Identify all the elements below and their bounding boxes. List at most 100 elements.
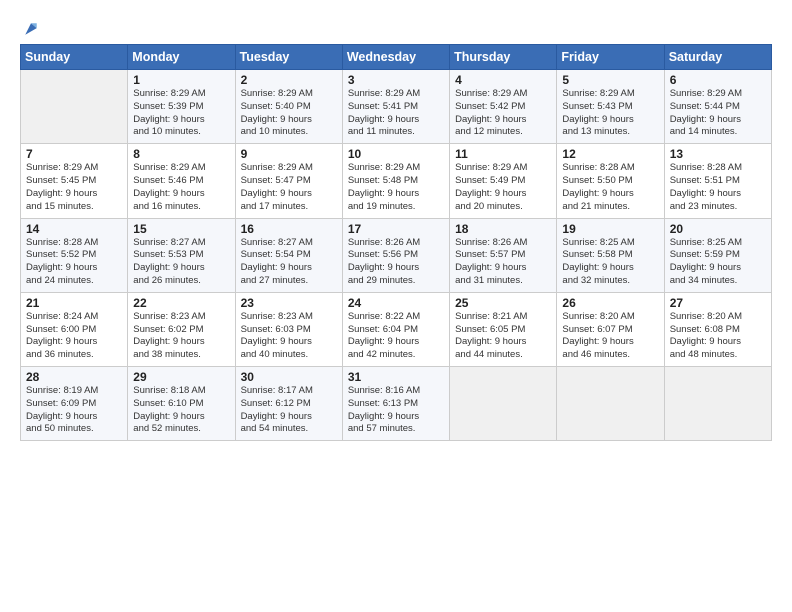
day-number: 15: [133, 222, 229, 236]
calendar-cell: 4Sunrise: 8:29 AMSunset: 5:42 PMDaylight…: [450, 70, 557, 144]
day-number: 24: [348, 296, 444, 310]
calendar-cell: 1Sunrise: 8:29 AMSunset: 5:39 PMDaylight…: [128, 70, 235, 144]
calendar-cell: [21, 70, 128, 144]
day-number: 26: [562, 296, 658, 310]
calendar-cell: 21Sunrise: 8:24 AMSunset: 6:00 PMDayligh…: [21, 292, 128, 366]
calendar-header-row: SundayMondayTuesdayWednesdayThursdayFrid…: [21, 45, 772, 70]
day-header-friday: Friday: [557, 45, 664, 70]
calendar-week-row: 1Sunrise: 8:29 AMSunset: 5:39 PMDaylight…: [21, 70, 772, 144]
calendar-cell: 27Sunrise: 8:20 AMSunset: 6:08 PMDayligh…: [664, 292, 771, 366]
day-header-monday: Monday: [128, 45, 235, 70]
day-header-saturday: Saturday: [664, 45, 771, 70]
day-info: Sunrise: 8:26 AMSunset: 5:57 PMDaylight:…: [455, 237, 551, 288]
calendar-cell: 7Sunrise: 8:29 AMSunset: 5:45 PMDaylight…: [21, 144, 128, 218]
day-number: 22: [133, 296, 229, 310]
day-info: Sunrise: 8:18 AMSunset: 6:10 PMDaylight:…: [133, 385, 229, 436]
day-info: Sunrise: 8:29 AMSunset: 5:43 PMDaylight:…: [562, 88, 658, 139]
day-number: 29: [133, 370, 229, 384]
day-info: Sunrise: 8:23 AMSunset: 6:02 PMDaylight:…: [133, 311, 229, 362]
calendar-cell: 13Sunrise: 8:28 AMSunset: 5:51 PMDayligh…: [664, 144, 771, 218]
calendar-cell: 19Sunrise: 8:25 AMSunset: 5:58 PMDayligh…: [557, 218, 664, 292]
day-info: Sunrise: 8:22 AMSunset: 6:04 PMDaylight:…: [348, 311, 444, 362]
day-number: 20: [670, 222, 766, 236]
calendar-cell: 14Sunrise: 8:28 AMSunset: 5:52 PMDayligh…: [21, 218, 128, 292]
day-info: Sunrise: 8:29 AMSunset: 5:48 PMDaylight:…: [348, 162, 444, 213]
day-info: Sunrise: 8:28 AMSunset: 5:51 PMDaylight:…: [670, 162, 766, 213]
calendar-cell: 6Sunrise: 8:29 AMSunset: 5:44 PMDaylight…: [664, 70, 771, 144]
day-info: Sunrise: 8:19 AMSunset: 6:09 PMDaylight:…: [26, 385, 122, 436]
calendar-cell: 23Sunrise: 8:23 AMSunset: 6:03 PMDayligh…: [235, 292, 342, 366]
calendar-cell: 11Sunrise: 8:29 AMSunset: 5:49 PMDayligh…: [450, 144, 557, 218]
calendar-cell: [664, 367, 771, 441]
day-number: 1: [133, 73, 229, 87]
day-info: Sunrise: 8:29 AMSunset: 5:42 PMDaylight:…: [455, 88, 551, 139]
calendar-week-row: 28Sunrise: 8:19 AMSunset: 6:09 PMDayligh…: [21, 367, 772, 441]
calendar-cell: 9Sunrise: 8:29 AMSunset: 5:47 PMDaylight…: [235, 144, 342, 218]
day-number: 16: [241, 222, 337, 236]
day-info: Sunrise: 8:21 AMSunset: 6:05 PMDaylight:…: [455, 311, 551, 362]
day-number: 3: [348, 73, 444, 87]
calendar-week-row: 21Sunrise: 8:24 AMSunset: 6:00 PMDayligh…: [21, 292, 772, 366]
calendar-cell: 12Sunrise: 8:28 AMSunset: 5:50 PMDayligh…: [557, 144, 664, 218]
day-info: Sunrise: 8:20 AMSunset: 6:08 PMDaylight:…: [670, 311, 766, 362]
day-info: Sunrise: 8:28 AMSunset: 5:50 PMDaylight:…: [562, 162, 658, 213]
calendar-cell: 20Sunrise: 8:25 AMSunset: 5:59 PMDayligh…: [664, 218, 771, 292]
calendar-table: SundayMondayTuesdayWednesdayThursdayFrid…: [20, 44, 772, 441]
day-info: Sunrise: 8:29 AMSunset: 5:45 PMDaylight:…: [26, 162, 122, 213]
day-info: Sunrise: 8:29 AMSunset: 5:49 PMDaylight:…: [455, 162, 551, 213]
day-info: Sunrise: 8:25 AMSunset: 5:58 PMDaylight:…: [562, 237, 658, 288]
calendar-cell: 31Sunrise: 8:16 AMSunset: 6:13 PMDayligh…: [342, 367, 449, 441]
day-info: Sunrise: 8:26 AMSunset: 5:56 PMDaylight:…: [348, 237, 444, 288]
day-number: 10: [348, 147, 444, 161]
calendar-cell: 3Sunrise: 8:29 AMSunset: 5:41 PMDaylight…: [342, 70, 449, 144]
calendar-cell: 10Sunrise: 8:29 AMSunset: 5:48 PMDayligh…: [342, 144, 449, 218]
day-info: Sunrise: 8:25 AMSunset: 5:59 PMDaylight:…: [670, 237, 766, 288]
day-number: 11: [455, 147, 551, 161]
calendar-cell: 22Sunrise: 8:23 AMSunset: 6:02 PMDayligh…: [128, 292, 235, 366]
day-info: Sunrise: 8:28 AMSunset: 5:52 PMDaylight:…: [26, 237, 122, 288]
day-info: Sunrise: 8:29 AMSunset: 5:40 PMDaylight:…: [241, 88, 337, 139]
day-number: 4: [455, 73, 551, 87]
day-info: Sunrise: 8:23 AMSunset: 6:03 PMDaylight:…: [241, 311, 337, 362]
calendar-cell: 17Sunrise: 8:26 AMSunset: 5:56 PMDayligh…: [342, 218, 449, 292]
day-info: Sunrise: 8:24 AMSunset: 6:00 PMDaylight:…: [26, 311, 122, 362]
day-number: 8: [133, 147, 229, 161]
day-info: Sunrise: 8:29 AMSunset: 5:41 PMDaylight:…: [348, 88, 444, 139]
calendar-cell: 2Sunrise: 8:29 AMSunset: 5:40 PMDaylight…: [235, 70, 342, 144]
day-number: 19: [562, 222, 658, 236]
calendar-cell: 25Sunrise: 8:21 AMSunset: 6:05 PMDayligh…: [450, 292, 557, 366]
calendar-cell: [450, 367, 557, 441]
day-number: 9: [241, 147, 337, 161]
page: SundayMondayTuesdayWednesdayThursdayFrid…: [0, 0, 792, 612]
day-info: Sunrise: 8:29 AMSunset: 5:39 PMDaylight:…: [133, 88, 229, 139]
day-number: 6: [670, 73, 766, 87]
calendar-cell: 8Sunrise: 8:29 AMSunset: 5:46 PMDaylight…: [128, 144, 235, 218]
header: [20, 18, 772, 34]
calendar-cell: 24Sunrise: 8:22 AMSunset: 6:04 PMDayligh…: [342, 292, 449, 366]
day-info: Sunrise: 8:29 AMSunset: 5:46 PMDaylight:…: [133, 162, 229, 213]
calendar-cell: 16Sunrise: 8:27 AMSunset: 5:54 PMDayligh…: [235, 218, 342, 292]
day-number: 18: [455, 222, 551, 236]
day-number: 28: [26, 370, 122, 384]
logo: [20, 18, 40, 34]
day-info: Sunrise: 8:20 AMSunset: 6:07 PMDaylight:…: [562, 311, 658, 362]
day-number: 17: [348, 222, 444, 236]
day-number: 7: [26, 147, 122, 161]
day-info: Sunrise: 8:29 AMSunset: 5:47 PMDaylight:…: [241, 162, 337, 213]
calendar-cell: 18Sunrise: 8:26 AMSunset: 5:57 PMDayligh…: [450, 218, 557, 292]
day-header-tuesday: Tuesday: [235, 45, 342, 70]
calendar-cell: 26Sunrise: 8:20 AMSunset: 6:07 PMDayligh…: [557, 292, 664, 366]
calendar-cell: 28Sunrise: 8:19 AMSunset: 6:09 PMDayligh…: [21, 367, 128, 441]
calendar-cell: [557, 367, 664, 441]
day-number: 12: [562, 147, 658, 161]
day-number: 5: [562, 73, 658, 87]
day-header-thursday: Thursday: [450, 45, 557, 70]
day-number: 27: [670, 296, 766, 310]
calendar-week-row: 14Sunrise: 8:28 AMSunset: 5:52 PMDayligh…: [21, 218, 772, 292]
day-info: Sunrise: 8:27 AMSunset: 5:54 PMDaylight:…: [241, 237, 337, 288]
day-number: 13: [670, 147, 766, 161]
calendar-week-row: 7Sunrise: 8:29 AMSunset: 5:45 PMDaylight…: [21, 144, 772, 218]
calendar-cell: 5Sunrise: 8:29 AMSunset: 5:43 PMDaylight…: [557, 70, 664, 144]
calendar-cell: 30Sunrise: 8:17 AMSunset: 6:12 PMDayligh…: [235, 367, 342, 441]
day-number: 14: [26, 222, 122, 236]
